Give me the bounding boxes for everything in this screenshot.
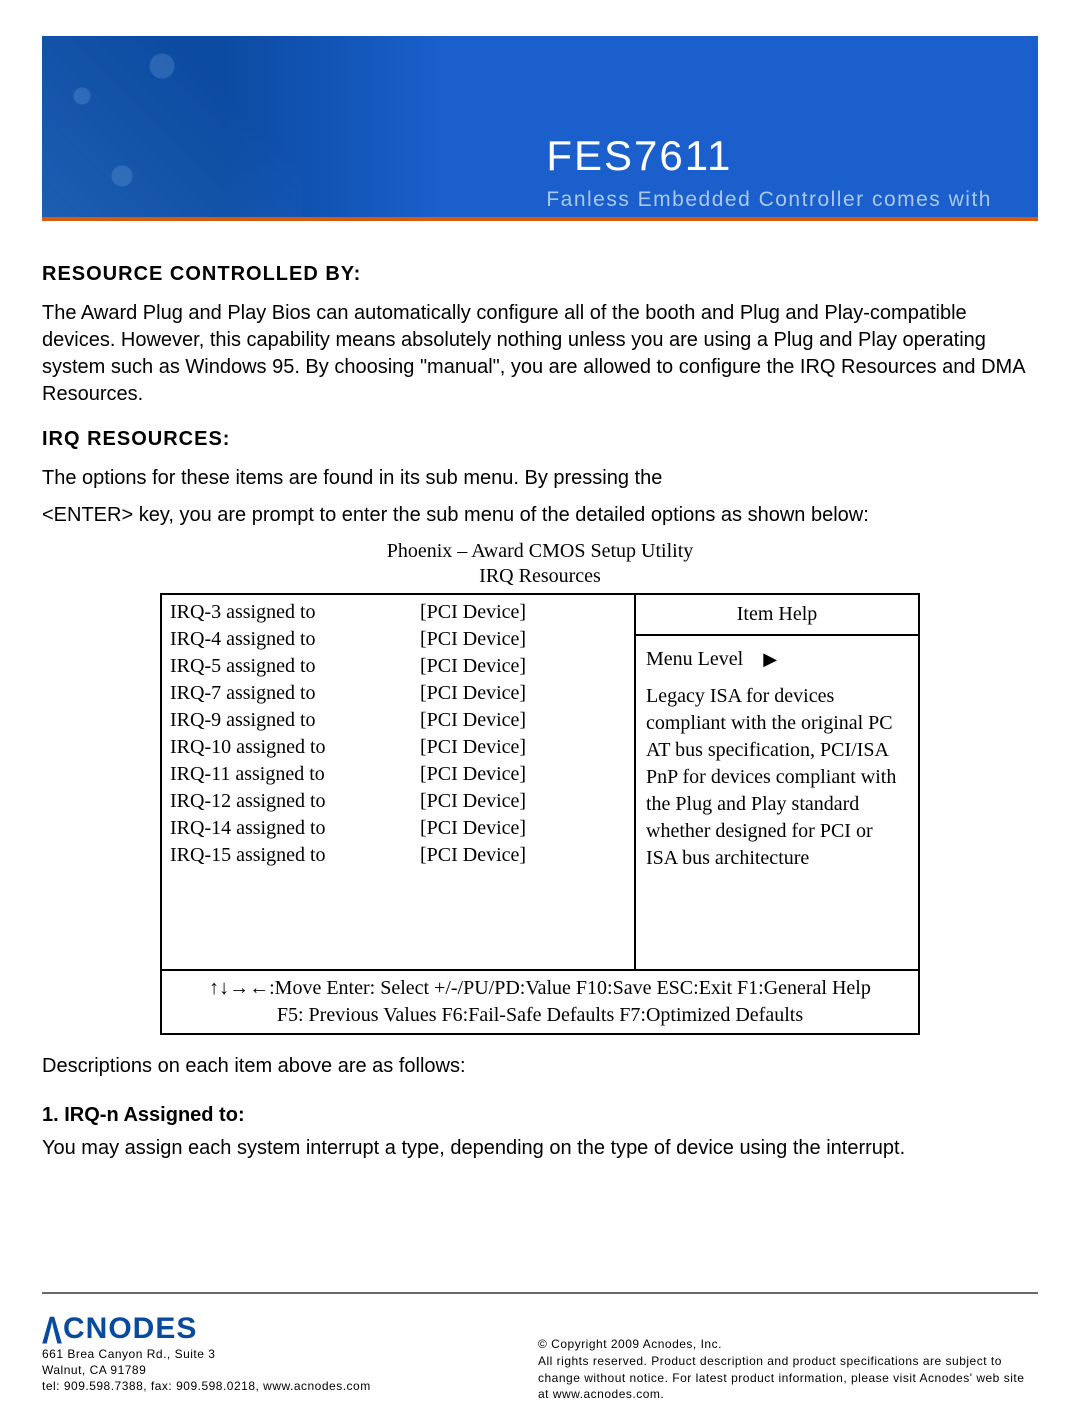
address-line2: Walnut, CA 91789: [42, 1362, 371, 1378]
descriptions-follow: Descriptions on each item above are as f…: [42, 1053, 1038, 1080]
address-line1: 661 Brea Canyon Rd., Suite 3: [42, 1346, 371, 1362]
footer-left: ΛCNODES 661 Brea Canyon Rd., Suite 3 Wal…: [42, 1312, 371, 1403]
irq-value: [PCI Device]: [412, 707, 634, 734]
bios-footer-line1: ↑↓→←:Move Enter: Select +/-/PU/PD:Value …: [168, 975, 912, 1002]
irq-value: [PCI Device]: [412, 761, 634, 788]
banner-text-block: FES7611 Fanless Embedded Controller come…: [546, 132, 992, 221]
bios-footer-line2: F5: Previous Values F6:Fail-Safe Default…: [168, 1002, 912, 1029]
irqn-assigned-body: You may assign each system interrupt a t…: [42, 1135, 1038, 1162]
logo-caret-icon: Λ: [42, 1310, 63, 1354]
arrow-right-icon: ▶: [763, 649, 777, 669]
bios-title: Phoenix – Award CMOS Setup Utility IRQ R…: [160, 539, 920, 589]
irq-label: IRQ-12 assigned to: [162, 788, 412, 815]
irq-label: IRQ-9 assigned to: [162, 707, 412, 734]
logo-text: CNODES: [63, 1312, 197, 1345]
product-desc-line1: Fanless Embedded Controller comes with: [546, 188, 992, 211]
product-desc-line2: Intel Celeron M ULV 1.0GHz Processor: [546, 215, 965, 221]
table-row: IRQ-4 assigned to[PCI Device]: [162, 626, 634, 653]
bios-table: IRQ-3 assigned to[PCI Device] IRQ-4 assi…: [160, 593, 920, 1035]
acnodes-logo: ΛCNODES: [42, 1312, 371, 1346]
page-footer: ΛCNODES 661 Brea Canyon Rd., Suite 3 Wal…: [42, 1292, 1038, 1403]
irq-label: IRQ-3 assigned to: [162, 599, 412, 626]
bios-title-line2: IRQ Resources: [479, 565, 601, 587]
irq-body-2: <ENTER> key, you are prompt to enter the…: [42, 502, 1038, 529]
irq-label: IRQ-5 assigned to: [162, 653, 412, 680]
irqn-assigned-heading: 1. IRQ-n Assigned to:: [42, 1104, 1038, 1127]
table-row: IRQ-11 assigned to[PCI Device]: [162, 761, 634, 788]
help-text: Legacy ISA for devices compliant with th…: [646, 683, 908, 872]
table-row: IRQ-10 assigned to[PCI Device]: [162, 734, 634, 761]
irq-value: [PCI Device]: [412, 734, 634, 761]
menu-level-label: Menu Level: [646, 648, 743, 670]
bios-title-line1: Phoenix – Award CMOS Setup Utility: [387, 540, 694, 562]
irq-label: IRQ-11 assigned to: [162, 761, 412, 788]
footer-right: © Copyright 2009 Acnodes, Inc. All right…: [538, 1312, 1038, 1403]
item-help-title: Item Help: [636, 595, 918, 636]
banner-decoration: [42, 36, 302, 221]
footer-address: 661 Brea Canyon Rd., Suite 3 Walnut, CA …: [42, 1346, 371, 1395]
bios-footer: ↑↓→←:Move Enter: Select +/-/PU/PD:Value …: [162, 969, 918, 1033]
irq-value: [PCI Device]: [412, 680, 634, 707]
irq-label: IRQ-7 assigned to: [162, 680, 412, 707]
product-code: FES7611: [546, 132, 992, 180]
irq-value: [PCI Device]: [412, 842, 634, 869]
copyright-line: © Copyright 2009 Acnodes, Inc.: [538, 1336, 1038, 1353]
table-row: IRQ-7 assigned to[PCI Device]: [162, 680, 634, 707]
header-banner: FES7611 Fanless Embedded Controller come…: [42, 36, 1038, 221]
address-line3: tel: 909.598.7388, fax: 909.598.0218, ww…: [42, 1378, 371, 1394]
irq-body-1: The options for these items are found in…: [42, 465, 1038, 492]
irq-value: [PCI Device]: [412, 626, 634, 653]
disclaimer-text: All rights reserved. Product description…: [538, 1353, 1038, 1403]
irq-label: IRQ-4 assigned to: [162, 626, 412, 653]
resource-controlled-body: The Award Plug and Play Bios can automat…: [42, 300, 1038, 408]
bios-screenshot: Phoenix – Award CMOS Setup Utility IRQ R…: [160, 539, 920, 1035]
resource-controlled-heading: RESOURCE CONTROLLED BY:: [42, 263, 1038, 286]
table-row: IRQ-15 assigned to[PCI Device]: [162, 842, 634, 869]
page-content: RESOURCE CONTROLLED BY: The Award Plug a…: [42, 221, 1038, 1162]
irq-resources-heading: IRQ RESOURCES:: [42, 428, 1038, 451]
bios-main-area: IRQ-3 assigned to[PCI Device] IRQ-4 assi…: [162, 595, 918, 969]
menu-level-row: Menu Level ▶: [646, 646, 908, 673]
irq-value: [PCI Device]: [412, 599, 634, 626]
irq-value: [PCI Device]: [412, 788, 634, 815]
table-row: IRQ-5 assigned to[PCI Device]: [162, 653, 634, 680]
item-help-body: Menu Level ▶ Legacy ISA for devices comp…: [636, 636, 918, 969]
irq-label: IRQ-10 assigned to: [162, 734, 412, 761]
table-row: IRQ-14 assigned to[PCI Device]: [162, 815, 634, 842]
bios-help-panel: Item Help Menu Level ▶ Legacy ISA for de…: [634, 595, 918, 969]
table-row: IRQ-12 assigned to[PCI Device]: [162, 788, 634, 815]
bios-irq-list: IRQ-3 assigned to[PCI Device] IRQ-4 assi…: [162, 595, 634, 969]
irq-label: IRQ-14 assigned to: [162, 815, 412, 842]
irq-value: [PCI Device]: [412, 815, 634, 842]
irq-label: IRQ-15 assigned to: [162, 842, 412, 869]
table-row: IRQ-9 assigned to[PCI Device]: [162, 707, 634, 734]
irq-value: [PCI Device]: [412, 653, 634, 680]
table-row: IRQ-3 assigned to[PCI Device]: [162, 599, 634, 626]
product-description: Fanless Embedded Controller comes with I…: [546, 186, 992, 221]
